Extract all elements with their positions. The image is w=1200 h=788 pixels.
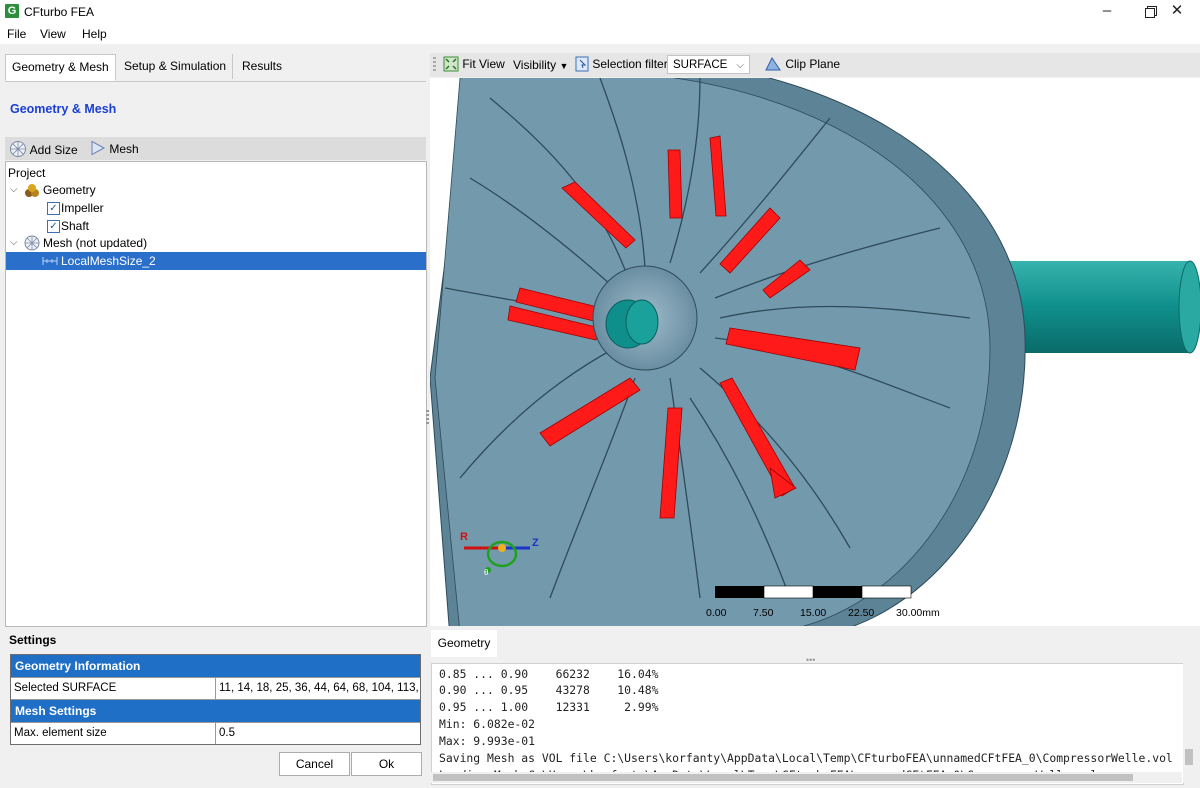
impeller-checkbox[interactable]: ✓: [47, 202, 60, 215]
console-line: 0.85 ... 0.90 66232 16.04%: [439, 667, 659, 681]
impeller-render: R Z θ 0.00 7.50 15.00 22.50 30.00mm: [430, 78, 1200, 626]
scale-label-2: 15.00: [800, 607, 826, 619]
max-element-size-row: Max. element size 0.5: [11, 722, 420, 744]
selected-surface-value[interactable]: 11, 14, 18, 25, 36, 44, 64, 68, 104, 113…: [216, 678, 420, 699]
max-element-size-field[interactable]: 0.5: [216, 723, 420, 744]
tab-setup-simulation[interactable]: Setup & Simulation: [118, 54, 234, 79]
selection-filter-control: Selection filter: [575, 56, 668, 72]
axis-r-label: R: [460, 531, 468, 543]
scale-label-3: 22.50: [848, 607, 874, 619]
title-bar: [0, 0, 1200, 24]
selection-filter-label: Selection filter: [592, 57, 668, 71]
chevron-down-icon[interactable]: ⌵: [10, 181, 18, 199]
menu-bar: [0, 24, 1200, 44]
selection-filter-select[interactable]: SURFACE ⌵: [667, 55, 750, 74]
splitter-handle[interactable]: [426, 410, 429, 424]
fit-view-button[interactable]: Fit View: [443, 56, 505, 72]
shaft-checkbox[interactable]: ✓: [47, 220, 60, 233]
selected-surface-row: Selected SURFACE 11, 14, 18, 25, 36, 44,…: [11, 677, 420, 699]
settings-table: Geometry Information Selected SURFACE 11…: [10, 654, 421, 745]
geometry-information-section: Geometry Information: [11, 655, 420, 677]
clip-plane-button[interactable]: Clip Plane: [764, 56, 840, 72]
close-button[interactable]: ✕: [1154, 0, 1200, 24]
clip-plane-label: Clip Plane: [785, 57, 841, 71]
window-title: CFturbo FEA: [24, 5, 95, 19]
tree-item-geometry[interactable]: ⌵ Geometry: [6, 181, 426, 199]
console-line: 0.95 ... 1.00 12331 2.99%: [439, 700, 659, 714]
visibility-label: Visibility: [513, 58, 557, 72]
tree-label-local-mesh-size: LocalMeshSize_2: [61, 254, 156, 268]
toolbar-grip: [433, 57, 436, 73]
mesh-sphere-icon: [24, 235, 40, 251]
menu-help[interactable]: Help: [82, 27, 107, 41]
clip-plane-icon: [765, 57, 781, 71]
caret-down-icon: ▼: [559, 61, 569, 71]
tree-item-local-mesh-size[interactable]: LocalMeshSize_2: [6, 252, 426, 270]
tree-item-project[interactable]: Project: [8, 164, 45, 182]
visibility-dropdown[interactable]: Visibility ▼: [513, 58, 568, 72]
tree-label-shaft: Shaft: [61, 219, 90, 233]
app-logo-icon: G: [5, 4, 19, 18]
selection-filter-icon: [575, 56, 589, 72]
scale-label-4: 30.00mm: [896, 607, 940, 619]
project-tree: Project ⌵ Geometry ✓ Impeller ✓ Shaft ⌵ …: [5, 161, 427, 627]
fit-view-icon: [443, 56, 459, 72]
tab-results[interactable]: Results: [236, 54, 288, 79]
bottom-tab-strip: [430, 627, 1200, 657]
add-size-button[interactable]: Add Size: [9, 140, 78, 158]
scale-label-0: 0.00: [706, 607, 727, 619]
panel-heading: Geometry & Mesh: [10, 102, 117, 116]
mesh-size-icon: [42, 257, 58, 265]
mesh-settings-section: Mesh Settings: [11, 699, 420, 722]
tab-geometry-console[interactable]: Geometry: [431, 630, 497, 657]
console-line: Max: 9.993e-01: [439, 734, 536, 748]
chevron-down-icon: ⌵: [736, 60, 744, 71]
minimize-button[interactable]: –: [1084, 0, 1130, 24]
console-line: Min: 6.082e-02: [439, 717, 536, 731]
console-vertical-scrollbar[interactable]: [1183, 663, 1195, 783]
tree-item-mesh[interactable]: ⌵ Mesh (not updated): [6, 234, 426, 252]
tree-label-mesh: Mesh (not updated): [43, 236, 148, 250]
tree-label-geometry: Geometry: [43, 183, 96, 197]
menu-file[interactable]: File: [7, 27, 26, 41]
console-line: Saving Mesh as VOL file C:\Users\korfant…: [439, 751, 1173, 765]
tree-label-impeller: Impeller: [61, 201, 104, 215]
mesh-label: Mesh: [109, 142, 139, 156]
mesh-sphere-icon: [10, 141, 26, 157]
geometry-icon: [25, 184, 39, 197]
add-size-label: Add Size: [29, 143, 78, 157]
mesh-button[interactable]: Mesh: [90, 140, 139, 158]
menu-view[interactable]: View: [40, 27, 66, 41]
scale-label-1: 7.50: [753, 607, 774, 619]
axis-z-label: Z: [532, 537, 539, 549]
impeller-model: [430, 78, 1026, 626]
console-output: 0.85 ... 0.90 66232 16.04% 0.90 ... 0.95…: [431, 663, 1184, 785]
fit-view-label: Fit View: [462, 57, 505, 71]
settings-title: Settings: [9, 633, 57, 647]
tab-geometry-mesh[interactable]: Geometry & Mesh: [5, 54, 116, 81]
console-line: 0.90 ... 0.95 43278 10.48%: [439, 683, 659, 697]
cancel-button[interactable]: Cancel: [279, 752, 350, 776]
max-element-size-label: Max. element size: [11, 723, 216, 744]
3d-viewport[interactable]: R Z θ 0.00 7.50 15.00 22.50 30.00mm: [430, 78, 1200, 626]
axis-theta-label: θ: [484, 568, 489, 577]
chevron-down-icon[interactable]: ⌵: [10, 234, 18, 252]
tree-item-impeller[interactable]: ✓ Impeller: [6, 199, 426, 217]
scroll-thumb[interactable]: [433, 774, 1133, 781]
scroll-thumb[interactable]: [1185, 749, 1193, 765]
ok-button[interactable]: Ok: [351, 752, 422, 776]
play-icon: [91, 140, 106, 156]
selection-filter-value: SURFACE: [673, 59, 728, 71]
tree-item-shaft[interactable]: ✓ Shaft: [6, 217, 426, 235]
selected-surface-label: Selected SURFACE: [11, 678, 216, 699]
console-horizontal-scrollbar[interactable]: [431, 772, 1182, 783]
